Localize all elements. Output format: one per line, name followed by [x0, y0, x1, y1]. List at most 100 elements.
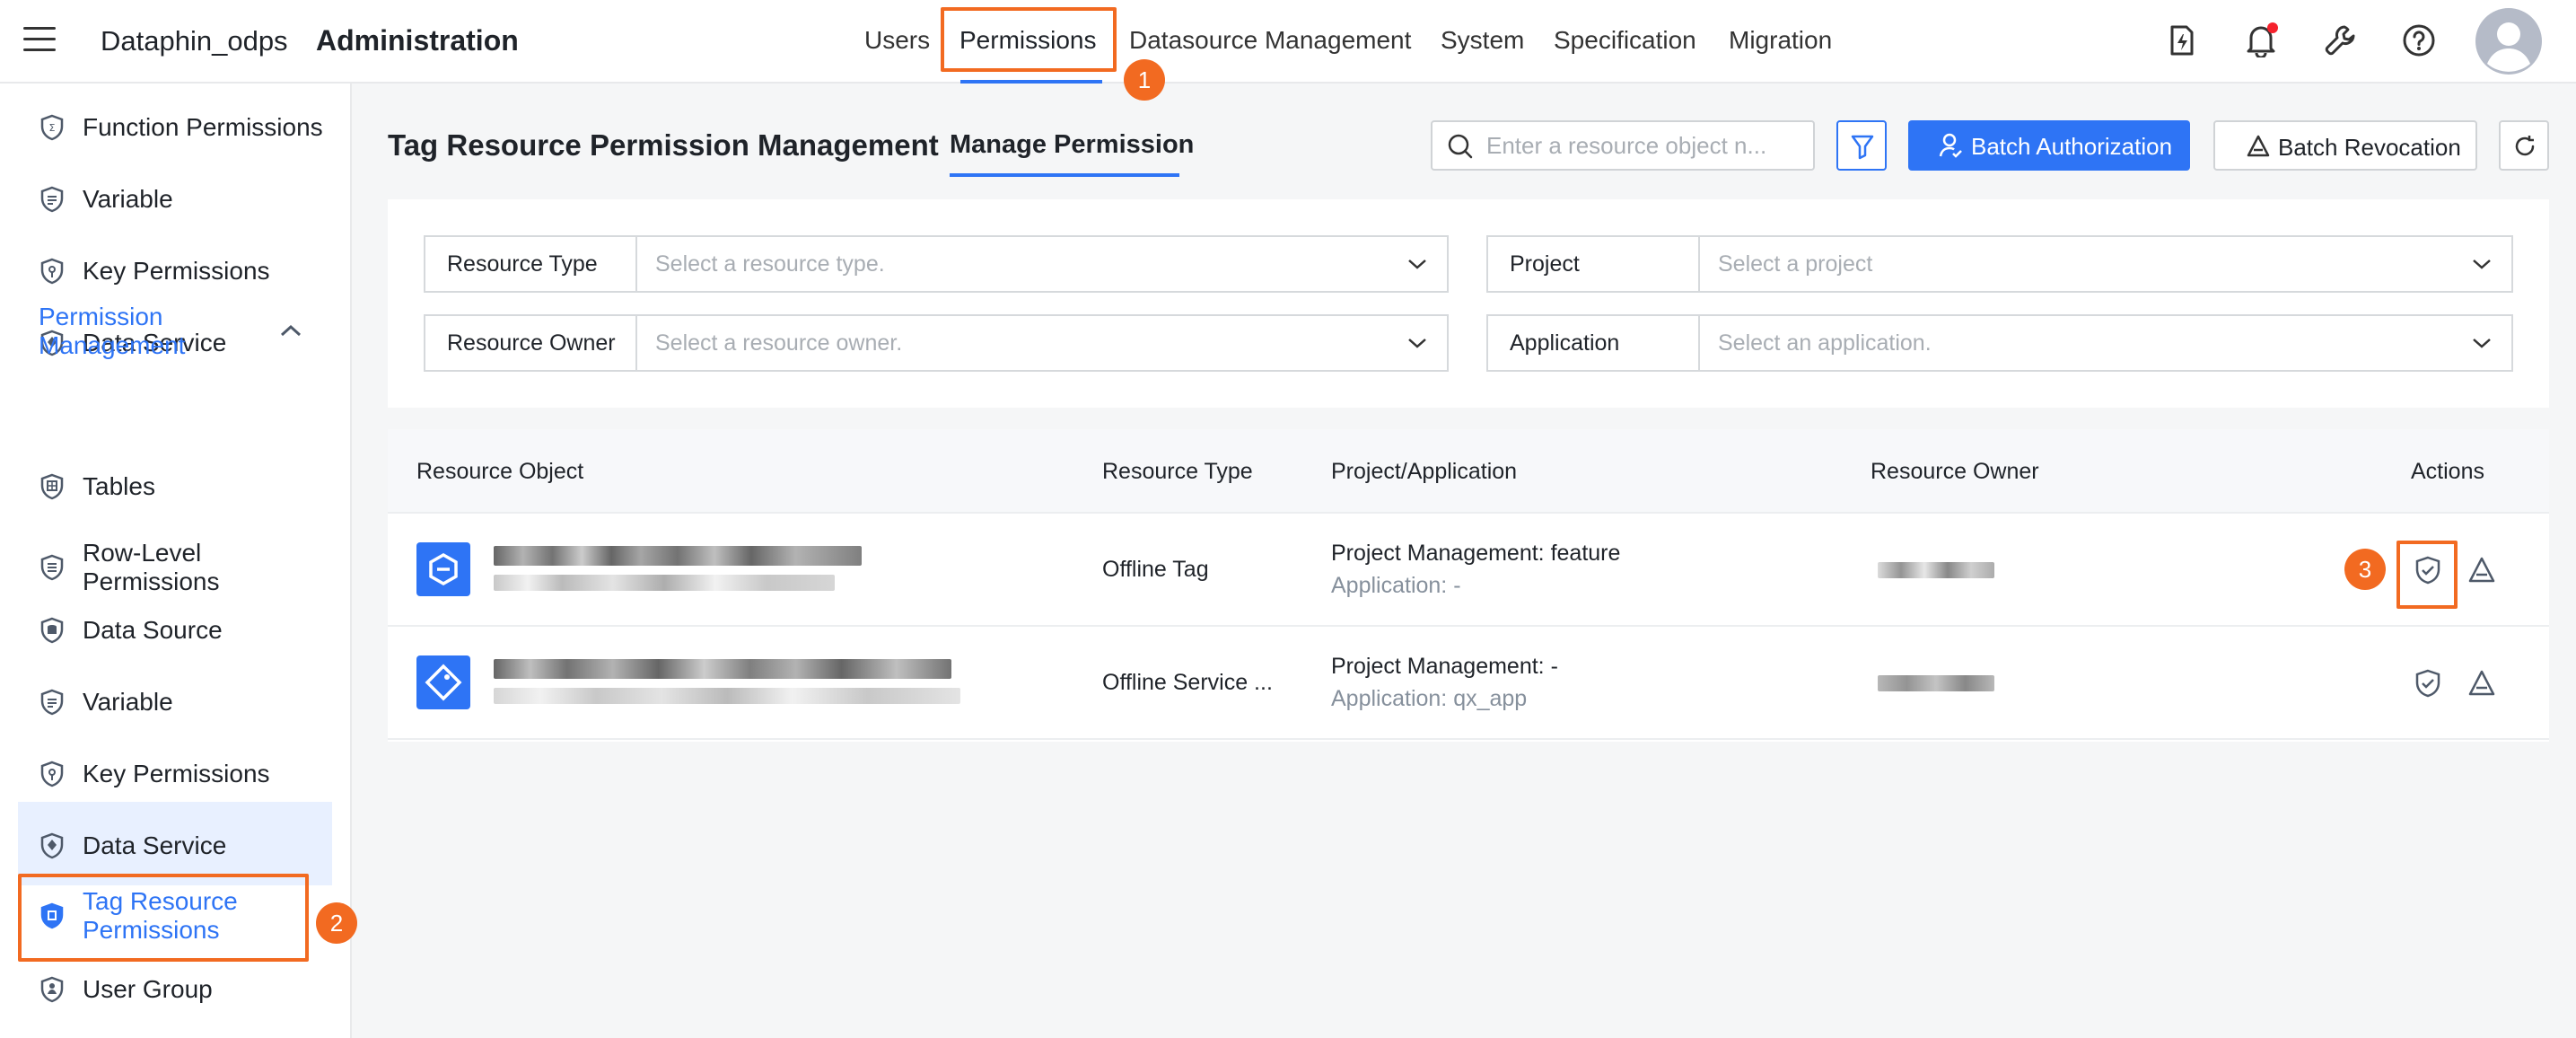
chevron-down-icon — [2473, 260, 2491, 269]
top-bar: Dataphin_odps Administration Users Permi… — [0, 0, 2576, 84]
sidebar-item-label: Key Permissions — [83, 257, 270, 285]
application-cell: Application: qx_app — [1331, 686, 1528, 711]
permission-table: Resource Object Resource Type Project/Ap… — [388, 429, 2549, 742]
notification-bell-icon[interactable] — [2244, 22, 2278, 57]
revoke-triangle-icon[interactable] — [2466, 668, 2497, 699]
application-label: Application — [1488, 316, 1700, 370]
chevron-down-icon — [2473, 339, 2491, 348]
tab-manage-permission[interactable]: Manage Permission — [950, 130, 1194, 160]
shield-rows-icon — [40, 554, 64, 581]
help-icon[interactable] — [2402, 23, 2436, 57]
highlight-box-tag-resource — [18, 874, 309, 962]
sidebar-item-label: Key Permissions — [83, 760, 270, 787]
nav-system[interactable]: System — [1441, 0, 1524, 84]
batch-revocation-button[interactable]: Batch Revocation — [2213, 120, 2477, 171]
sidebar-item-function-permissions[interactable]: Σ Function Permissions — [0, 101, 350, 154]
shield-service-icon — [40, 832, 64, 859]
user-avatar[interactable] — [2475, 8, 2542, 75]
filter-button[interactable] — [1836, 120, 1887, 171]
shield-icon: Σ — [40, 114, 64, 141]
table-row: Offline Tag Project Management: feature … — [388, 514, 2549, 627]
nav-specification[interactable]: Specification — [1554, 0, 1696, 84]
resource-owner-redacted — [1878, 675, 1994, 691]
chevron-up-icon[interactable] — [278, 321, 303, 339]
table-header: Resource Object Resource Type Project/Ap… — [388, 429, 2549, 514]
column-resource-owner: Resource Owner — [1871, 459, 2039, 484]
search-icon — [1448, 134, 1473, 159]
resource-object-name-redacted — [494, 546, 862, 566]
chevron-down-icon — [1408, 260, 1426, 269]
flash-document-icon[interactable] — [2167, 23, 2197, 57]
column-project-application: Project/Application — [1331, 459, 1518, 484]
shield-icon — [40, 689, 64, 716]
sidebar-item-key-permissions[interactable]: Key Permissions — [0, 244, 350, 298]
step-badge-1: 1 — [1124, 59, 1165, 101]
shield-key-icon — [40, 258, 64, 285]
sidebar-item-label: User Group — [83, 975, 213, 1003]
sidebar-item-label: Function Permissions — [83, 113, 323, 141]
hamburger-menu-icon[interactable] — [23, 27, 56, 54]
resource-type-cell: Offline Tag — [1102, 557, 1209, 582]
sidebar-item-data-source[interactable]: Data Source — [0, 603, 350, 657]
shield-key-icon — [40, 761, 64, 787]
sidebar-item-user-group[interactable]: User Group — [0, 963, 350, 1016]
sidebar-item-label: Data Source — [83, 616, 223, 644]
page-title: Tag Resource Permission Management — [388, 128, 939, 162]
tag-resource-icon — [416, 542, 470, 596]
search-box — [1431, 120, 1815, 171]
project-label: Project — [1488, 237, 1700, 291]
column-actions: Actions — [2411, 459, 2484, 484]
filter-icon — [1851, 135, 1874, 160]
nav-users[interactable]: Users — [864, 0, 930, 84]
app-title: Administration — [316, 24, 519, 57]
authorize-shield-icon[interactable] — [2413, 668, 2443, 699]
step-badge-3: 3 — [2344, 549, 2386, 590]
resource-type-label: Resource Type — [425, 237, 637, 291]
column-resource-type: Resource Type — [1102, 459, 1253, 484]
revoke-triangle-icon[interactable] — [2466, 555, 2497, 585]
step-badge-2: 2 — [316, 902, 357, 944]
shield-icon — [40, 186, 64, 213]
sidebar-item-key-permissions-2[interactable]: Key Permissions — [0, 747, 350, 801]
resource-type-select[interactable]: Select a resource type. — [637, 237, 1447, 291]
nav-migration[interactable]: Migration — [1729, 0, 1832, 84]
project-select[interactable]: Select a project — [1700, 237, 2511, 291]
sidebar-item-label: Tables — [83, 472, 155, 500]
nav-datasource-management[interactable]: Datasource Management — [1129, 0, 1411, 84]
shield-users-icon — [40, 976, 64, 1003]
sidebar-item-variable-2[interactable]: Variable — [0, 675, 350, 729]
tag-service-icon — [416, 655, 470, 709]
refresh-button[interactable] — [2499, 120, 2549, 171]
resource-owner-select[interactable]: Select a resource owner. — [637, 316, 1447, 370]
svg-text:Σ: Σ — [49, 122, 56, 134]
user-add-icon — [1939, 133, 1962, 158]
highlight-box-authorize — [2396, 541, 2458, 609]
resource-object-desc-redacted — [494, 688, 960, 704]
resource-object-name-redacted — [494, 659, 951, 679]
project-cell: Project Management: feature — [1331, 541, 1621, 566]
search-input[interactable] — [1486, 128, 1801, 163]
brand-name: Dataphin_odps — [101, 25, 288, 57]
resource-type-cell: Offline Service ... — [1102, 670, 1273, 695]
batch-authorization-button[interactable]: Batch Authorization — [1908, 120, 2190, 171]
project-cell: Project Management: - — [1331, 654, 1558, 679]
sidebar-item-variable[interactable]: Variable — [0, 172, 350, 226]
resource-owner-label: Resource Owner — [425, 316, 637, 370]
project-filter: Project Select a project — [1486, 235, 2513, 293]
sidebar-item-data-service-2[interactable]: Data Service — [0, 819, 350, 873]
batch-revocation-label: Batch Revocation — [2278, 134, 2461, 161]
sidebar-item-row-level-permissions[interactable]: Row-Level Permissions — [0, 532, 350, 603]
application-select[interactable]: Select an application. — [1700, 316, 2511, 370]
column-resource-object: Resource Object — [416, 459, 584, 484]
sidebar-item-tables[interactable]: Tables — [0, 460, 350, 514]
batch-authorization-label: Batch Authorization — [1971, 133, 2173, 160]
sidebar-group-permission-management[interactable]: Permission Management — [39, 303, 290, 360]
resource-owner-filter: Resource Owner Select a resource owner. — [424, 314, 1449, 372]
active-tab-indicator — [950, 173, 1179, 177]
chevron-down-icon — [1408, 339, 1426, 348]
table-row: Offline Service ... Project Management: … — [388, 627, 2549, 740]
filter-panel: Resource Type Select a resource type. Pr… — [388, 199, 2549, 408]
resource-type-filter: Resource Type Select a resource type. — [424, 235, 1449, 293]
revoke-triangle-icon — [2247, 135, 2270, 157]
wrench-icon[interactable] — [2323, 23, 2357, 57]
